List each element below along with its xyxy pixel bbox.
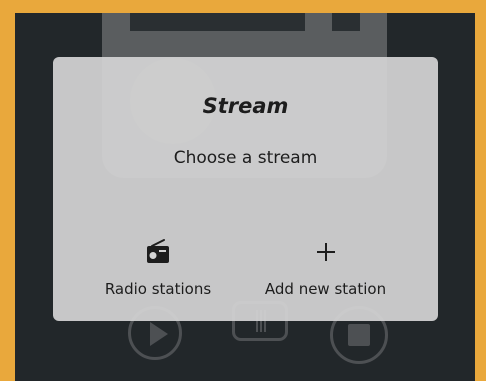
- add-new-station-option[interactable]: Add new station: [243, 237, 408, 307]
- stream-dialog: Stream Choose a stream Radio stations Ad…: [53, 57, 438, 321]
- add-new-station-label: Add new station: [264, 280, 387, 298]
- radio-stations-label: Radio stations: [104, 280, 212, 298]
- radio-icon: [147, 239, 169, 263]
- device-slot: [332, 13, 360, 31]
- app-screen: Stream Choose a stream Radio stations Ad…: [15, 13, 475, 381]
- dialog-title: Stream: [202, 94, 289, 118]
- plus-icon: [316, 243, 335, 261]
- radio-stations-option[interactable]: Radio stations: [53, 237, 263, 307]
- dialog-subtitle: Choose a stream: [173, 148, 318, 168]
- device-display: [130, 13, 305, 31]
